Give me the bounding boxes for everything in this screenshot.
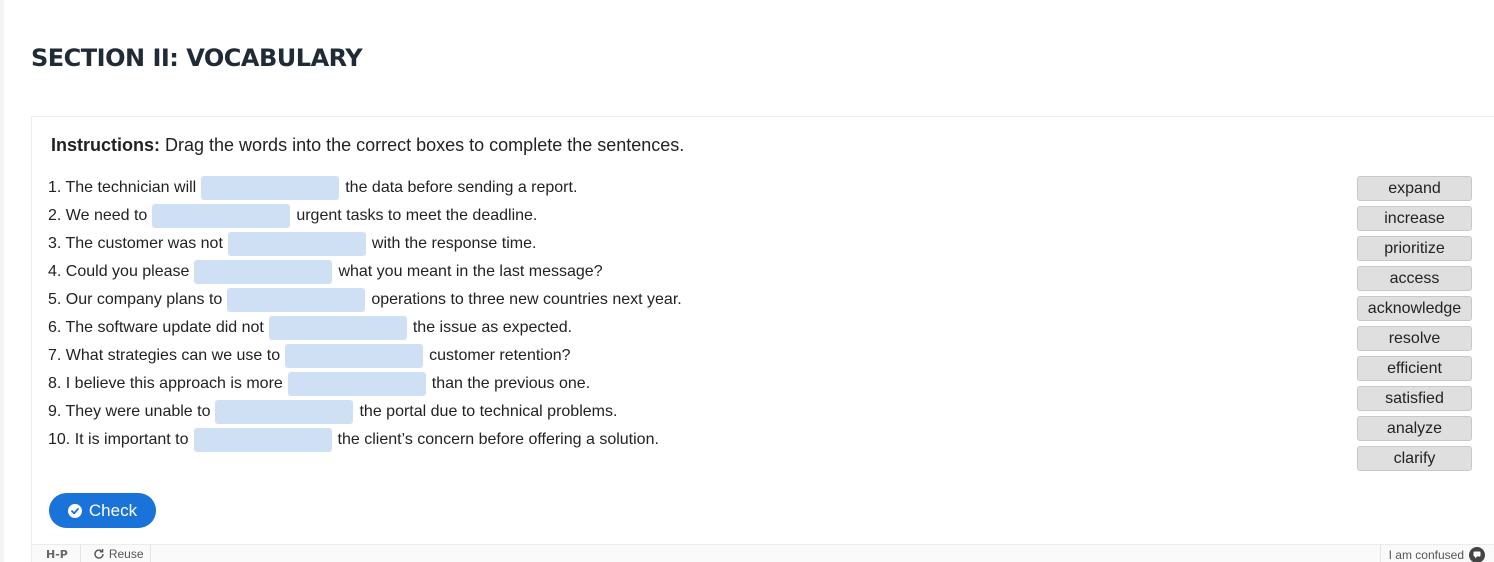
sentence-start: 7. What strategies can we use to: [48, 347, 281, 364]
draggable-word[interactable]: prioritize: [1357, 236, 1472, 261]
instructions-label: Instructions:: [51, 135, 161, 155]
instructions-text: Drag the words into the correct boxes to…: [160, 135, 685, 155]
footer-bar: H-P Reuse I am confused: [32, 544, 1494, 562]
sentence-start: 4. Could you please: [48, 263, 190, 280]
confused-label: I am confused: [1388, 547, 1464, 562]
drop-zone[interactable]: [268, 316, 407, 340]
sentence-start: 2. We need to: [48, 207, 148, 224]
sentence: 4. Could you please what you meant in th…: [48, 258, 682, 286]
drop-zone[interactable]: [194, 260, 333, 284]
check-button[interactable]: Check: [49, 493, 156, 528]
draggable-word[interactable]: clarify: [1357, 446, 1472, 471]
draggable-word[interactable]: acknowledge: [1357, 296, 1472, 321]
confused-button[interactable]: I am confused: [1379, 545, 1485, 562]
section-title: SECTION II: VOCABULARY: [31, 44, 363, 72]
sentence-start: 8. I believe this approach is more: [48, 375, 283, 392]
sentence: 2. We need to urgent tasks to meet the d…: [48, 202, 682, 230]
sentence-start: 6. The software update did not: [48, 319, 264, 336]
reuse-label: Reuse: [108, 547, 144, 561]
sentence: 7. What strategies can we use to custome…: [48, 342, 682, 370]
drop-zone[interactable]: [193, 428, 332, 452]
draggable-word[interactable]: analyze: [1357, 416, 1472, 441]
sentence: 10. It is important to the client’s conc…: [48, 426, 682, 454]
draggable-word[interactable]: efficient: [1357, 356, 1472, 381]
sentence-end: the portal due to technical problems.: [359, 403, 618, 420]
h5p-logo: H-P: [46, 547, 68, 561]
draggable-word[interactable]: expand: [1357, 176, 1472, 201]
sentence-end: the client’s concern before offering a s…: [337, 431, 659, 448]
sentence-end: than the previous one.: [431, 375, 591, 392]
check-circle-icon: [67, 503, 82, 518]
reuse-icon: [94, 549, 104, 559]
drag-and-drop-activity: Instructions: Drag the words into the co…: [31, 116, 1494, 562]
sentence-end: what you meant in the last message?: [338, 263, 603, 280]
sentence-end: the data before sending a report.: [345, 179, 578, 196]
sentence: 8. I believe this approach is more than …: [48, 370, 682, 398]
drop-zone[interactable]: [287, 372, 426, 396]
sentence: 9. They were unable to the portal due to…: [48, 398, 682, 426]
sentence-end: the issue as expected.: [412, 319, 573, 336]
sentence-start: 10. It is important to: [48, 431, 189, 448]
divider: [79, 544, 81, 562]
sentence-start: 1. The technician will: [48, 179, 197, 196]
drop-zone[interactable]: [285, 344, 424, 368]
draggable-word[interactable]: resolve: [1357, 326, 1472, 351]
sentence-start: 3. The customer was not: [48, 235, 223, 252]
sentence-end: urgent tasks to meet the deadline.: [296, 207, 538, 224]
draggable-word[interactable]: satisfied: [1357, 386, 1472, 411]
sentence: 1. The technician will the data before s…: [48, 174, 682, 202]
sentence-start: 5. Our company plans to: [48, 291, 223, 308]
chat-bubble-icon: [1469, 546, 1485, 562]
sentence: 3. The customer was not with the respons…: [48, 230, 682, 258]
page-edge: [0, 0, 4, 562]
sentence: 5. Our company plans to operations to th…: [48, 286, 682, 314]
sentence-end: customer retention?: [429, 347, 571, 364]
drop-zone[interactable]: [227, 288, 366, 312]
draggable-word[interactable]: increase: [1357, 206, 1472, 231]
reuse-button[interactable]: Reuse: [93, 544, 151, 562]
sentence-list: 1. The technician will the data before s…: [48, 174, 682, 454]
sentence-end: operations to three new countries next y…: [371, 291, 682, 308]
drop-zone[interactable]: [152, 204, 291, 228]
sentence: 6. The software update did not the issue…: [48, 314, 682, 342]
check-button-label: Check: [88, 500, 138, 520]
drop-zone[interactable]: [227, 232, 366, 256]
instructions: Instructions: Drag the words into the co…: [51, 135, 684, 156]
sentence-start: 9. They were unable to: [48, 403, 211, 420]
draggable-word[interactable]: access: [1357, 266, 1472, 291]
drop-zone[interactable]: [201, 176, 340, 200]
word-bank: expand increase prioritize access acknow…: [1357, 176, 1472, 476]
sentence-end: with the response time.: [371, 235, 537, 252]
drop-zone[interactable]: [215, 400, 354, 424]
